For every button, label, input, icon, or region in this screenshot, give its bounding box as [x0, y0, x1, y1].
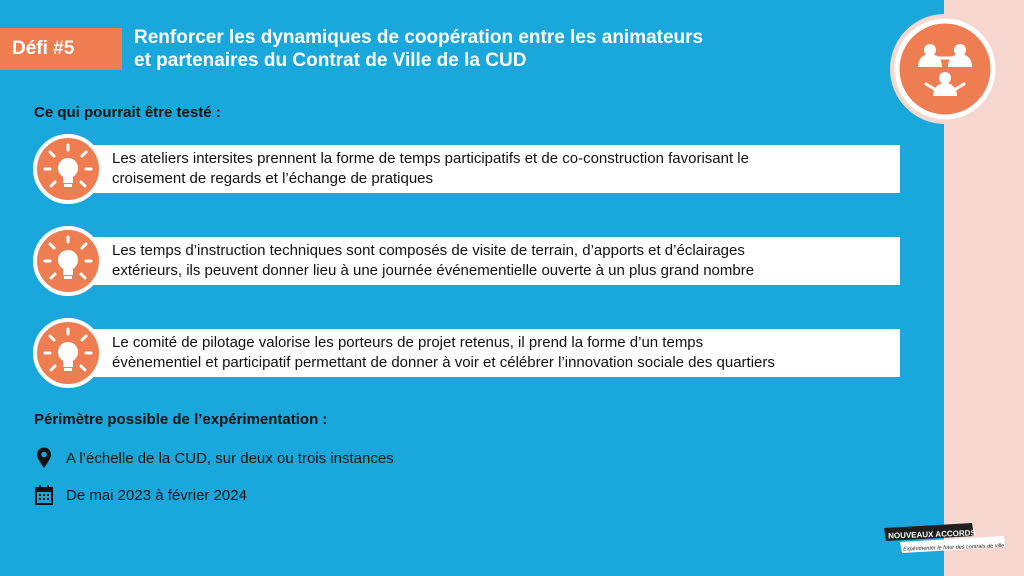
- location-text: A l’échelle de la CUD, sur deux ou trois…: [66, 449, 394, 467]
- test-item-box: Le comité de pilotage valorise les porte…: [92, 329, 900, 377]
- page-title: Renforcer les dynamiques de coopération …: [134, 26, 854, 72]
- lightbulb-icon: [33, 226, 103, 296]
- title-line-2: et partenaires du Contrat de Ville de la…: [134, 50, 527, 71]
- section-scope-label: Périmètre possible de l’expérimentation …: [34, 411, 328, 428]
- lightbulb-icon: [33, 318, 103, 388]
- cooperation-group-icon: [890, 14, 1000, 124]
- section-test-label: Ce qui pourrait être testé :: [34, 104, 221, 121]
- calendar-icon: [35, 485, 53, 505]
- test-item-text: Les ateliers intersites prennent la form…: [112, 150, 749, 187]
- test-item-box: Les ateliers intersites prennent la form…: [92, 145, 900, 193]
- dates-text: De mai 2023 à février 2024: [66, 486, 247, 504]
- test-item-box: Les temps d’instruction techniques sont …: [92, 237, 900, 285]
- title-line-1: Renforcer les dynamiques de coopération …: [134, 27, 704, 48]
- test-item-3: Le comité de pilotage valorise les porte…: [32, 317, 900, 389]
- dates-row: De mai 2023 à février 2024: [34, 484, 247, 506]
- nouveaux-accords-logo: NOUVEAUX ACCORDS Expérimenter le futur d…: [884, 523, 1005, 553]
- map-pin-icon: [37, 447, 51, 468]
- test-item-text: Les temps d’instruction techniques sont …: [112, 242, 755, 279]
- test-item-2: Les temps d’instruction techniques sont …: [32, 225, 900, 297]
- test-item-text: Le comité de pilotage valorise les porte…: [112, 334, 775, 371]
- location-row: A l’échelle de la CUD, sur deux ou trois…: [34, 447, 394, 469]
- lightbulb-icon: [33, 134, 103, 204]
- challenge-badge: Défi #5: [0, 28, 122, 70]
- test-item-1: Les ateliers intersites prennent la form…: [32, 133, 900, 205]
